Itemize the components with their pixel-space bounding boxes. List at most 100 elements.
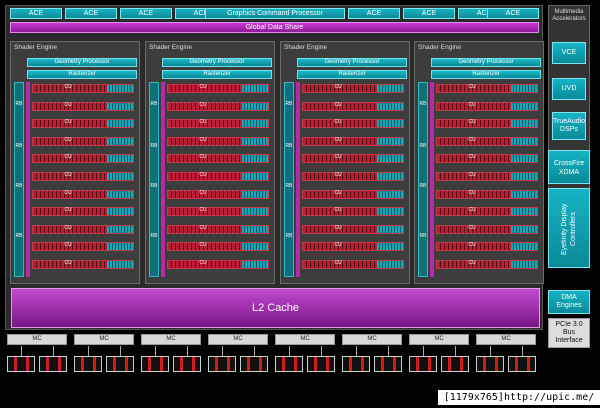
shader-engine-title: Shader Engine xyxy=(14,44,58,51)
memory-connector xyxy=(120,346,121,356)
render-backend: RB xyxy=(15,101,23,107)
compute-unit: CU xyxy=(302,242,404,252)
cu-label: CU xyxy=(334,224,342,231)
cu-registers xyxy=(107,155,133,163)
cu-label: CU xyxy=(468,136,476,143)
global-data-share: Global Data Share xyxy=(10,22,539,33)
cu-label: CU xyxy=(334,84,342,90)
memory-controller: MC xyxy=(275,334,335,345)
rasterizer: Rasterizer xyxy=(431,70,541,79)
geometry-processor: Geometry Processor xyxy=(297,58,407,67)
l2-cache: L2 Cache xyxy=(11,288,540,328)
render-backend: RB xyxy=(285,143,293,149)
compute-unit: CU xyxy=(32,260,134,269)
cu-registers xyxy=(107,102,133,110)
cu-registers xyxy=(377,208,403,216)
render-backend: RB xyxy=(150,143,158,149)
cu-registers xyxy=(377,85,403,92)
memory-connector xyxy=(254,346,255,356)
ace-block: ACE xyxy=(120,8,172,19)
compute-unit: CU xyxy=(436,172,538,181)
compute-unit: CU xyxy=(32,84,134,93)
l1-cache-strip xyxy=(26,82,30,277)
compute-unit: CU xyxy=(32,242,134,252)
cu-label: CU xyxy=(199,101,207,108)
cu-label: CU xyxy=(199,136,207,143)
render-backend: RB xyxy=(419,233,427,239)
cu-label: CU xyxy=(334,207,342,214)
compute-unit: CU xyxy=(32,224,134,234)
cu-registers xyxy=(511,85,537,92)
cu-registers xyxy=(377,155,403,163)
geometry-processor: Geometry Processor xyxy=(27,58,137,67)
render-backend-column: RB RB RB RB xyxy=(284,82,294,277)
compute-unit: CU xyxy=(32,189,134,199)
cu-label: CU xyxy=(334,260,342,266)
memory-connector xyxy=(289,346,290,356)
compute-unit: CU xyxy=(302,224,404,234)
memory-chip xyxy=(208,356,236,372)
cu-label: CU xyxy=(64,101,72,108)
memory-chip xyxy=(374,356,402,372)
cu-label: CU xyxy=(468,224,476,231)
rasterizer: Rasterizer xyxy=(162,70,272,79)
memory-connector xyxy=(356,346,357,356)
cu-registers xyxy=(511,190,537,198)
compute-unit: CU xyxy=(436,207,538,217)
shader-engine: Shader Engine Geometry Processor Rasterize… xyxy=(10,41,140,284)
cu-registers xyxy=(511,173,537,180)
compute-unit: CU xyxy=(436,260,538,269)
memory-controller: MC xyxy=(476,334,536,345)
cu-label: CU xyxy=(334,189,342,196)
crossfire-xdma-block: CrossFire XDMA xyxy=(548,150,590,184)
gpu-core-area: ACE ACE ACE ACE Graphics Command Process… xyxy=(5,5,544,330)
compute-unit: CU xyxy=(167,242,269,252)
compute-unit: CU xyxy=(302,172,404,181)
cu-label: CU xyxy=(468,242,476,249)
render-backend: RB xyxy=(15,143,23,149)
cu-label: CU xyxy=(199,242,207,249)
cu-label: CU xyxy=(468,84,476,90)
shader-engine-title: Shader Engine xyxy=(149,44,193,51)
dma-engines-block: DMA Engines xyxy=(548,290,590,314)
cu-label: CU xyxy=(468,101,476,108)
eyefinity-label: Eyefinity Display Controllers xyxy=(561,203,577,255)
pcie-interface: PCIe 3.0 Bus Interface xyxy=(548,318,590,348)
multimedia-title: Multimedia Accelerators xyxy=(552,9,586,22)
vce-block: VCE xyxy=(552,42,586,64)
cu-registers xyxy=(511,155,537,163)
cu-label: CU xyxy=(334,119,342,126)
memory-chip xyxy=(240,356,268,372)
compute-unit: CU xyxy=(436,242,538,252)
cu-label: CU xyxy=(64,242,72,249)
cu-registers xyxy=(242,225,268,233)
render-backend-column: RB RB RB RB xyxy=(149,82,159,277)
uvd-block: UVD xyxy=(552,78,586,100)
render-backend: RB xyxy=(150,233,158,239)
cu-label: CU xyxy=(199,189,207,196)
render-backend: RB xyxy=(285,233,293,239)
geometry-processor: Geometry Processor xyxy=(431,58,541,67)
compute-unit: CU xyxy=(302,84,404,93)
memory-chip xyxy=(342,356,370,372)
memory-chip xyxy=(7,356,35,372)
compute-unit: CU xyxy=(167,189,269,199)
memory-chip xyxy=(508,356,536,372)
cu-registers xyxy=(107,173,133,180)
compute-unit: CU xyxy=(167,207,269,217)
cu-label: CU xyxy=(199,84,207,90)
compute-unit: CU xyxy=(302,119,404,129)
ace-block: ACE xyxy=(487,8,539,19)
render-backend: RB xyxy=(15,233,23,239)
memory-chip xyxy=(74,356,102,372)
cu-label: CU xyxy=(64,207,72,214)
cu-label: CU xyxy=(199,154,207,161)
compute-unit: CU xyxy=(32,101,134,111)
cu-label: CU xyxy=(468,260,476,266)
cu-registers xyxy=(242,173,268,180)
compute-unit: CU xyxy=(167,119,269,129)
shader-engine-title: Shader Engine xyxy=(418,44,462,51)
cu-registers xyxy=(377,173,403,180)
ace-block: ACE xyxy=(10,8,62,19)
cu-label: CU xyxy=(468,189,476,196)
